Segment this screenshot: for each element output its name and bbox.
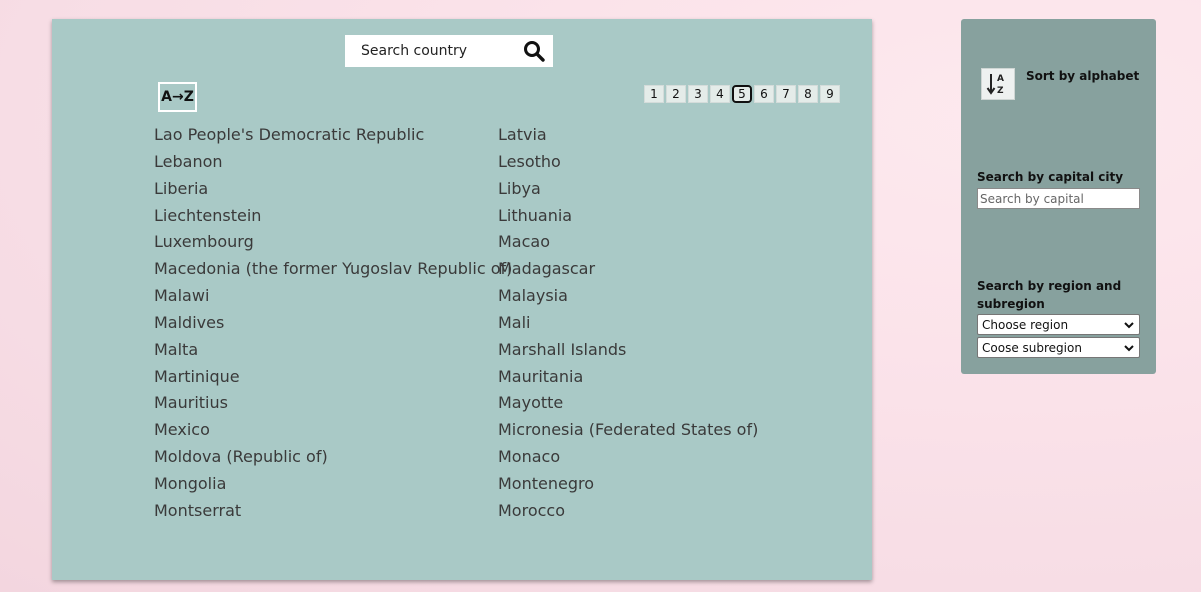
country-list-item[interactable]: Lebanon bbox=[154, 149, 512, 176]
country-list-item[interactable]: Macedonia (the former Yugoslav Republic … bbox=[154, 256, 512, 283]
svg-text:Z: Z bbox=[997, 86, 1004, 96]
page-button-3[interactable]: 3 bbox=[688, 85, 708, 103]
country-list-item[interactable]: Mayotte bbox=[498, 390, 758, 417]
country-list-item[interactable]: Montserrat bbox=[154, 498, 512, 525]
country-list-item[interactable]: Marshall Islands bbox=[498, 337, 758, 364]
capital-search-input[interactable] bbox=[977, 188, 1140, 209]
country-list-item[interactable]: Luxembourg bbox=[154, 229, 512, 256]
country-list-item[interactable]: Mongolia bbox=[154, 471, 512, 498]
country-list-item[interactable]: Macao bbox=[498, 229, 758, 256]
country-list-item[interactable]: Maldives bbox=[154, 310, 512, 337]
page-button-1[interactable]: 1 bbox=[644, 85, 664, 103]
pagination: 123456789 bbox=[644, 85, 840, 103]
page-button-5[interactable]: 5 bbox=[732, 85, 752, 103]
country-list-item[interactable]: Micronesia (Federated States of) bbox=[498, 417, 758, 444]
region-select[interactable]: Choose region bbox=[977, 314, 1140, 335]
country-list-item[interactable]: Morocco bbox=[498, 498, 758, 525]
subregion-select-value: Coose subregion bbox=[982, 340, 1082, 355]
region-search-label: Search by region and subregion bbox=[977, 279, 1122, 311]
capital-search-label: Search by capital city bbox=[977, 170, 1124, 184]
page-button-4[interactable]: 4 bbox=[710, 85, 730, 103]
page-button-2[interactable]: 2 bbox=[666, 85, 686, 103]
sort-alphabet-label: Sort by alphabet bbox=[1026, 69, 1140, 83]
sort-alphabet-button[interactable]: A Z bbox=[981, 68, 1015, 100]
subregion-select[interactable]: Coose subregion bbox=[977, 337, 1140, 358]
search-icon bbox=[524, 41, 545, 62]
country-list-item[interactable]: Montenegro bbox=[498, 471, 758, 498]
page-button-6[interactable]: 6 bbox=[754, 85, 774, 103]
country-list-item[interactable]: Lithuania bbox=[498, 203, 758, 230]
country-list-left: Lao People's Democratic Republic Lebanon L… bbox=[154, 122, 512, 525]
search-button[interactable] bbox=[521, 39, 547, 63]
country-list-item[interactable]: Libya bbox=[498, 176, 758, 203]
page-button-8[interactable]: 8 bbox=[798, 85, 818, 103]
country-list-item[interactable]: Mauritius bbox=[154, 390, 512, 417]
page-button-7[interactable]: 7 bbox=[776, 85, 796, 103]
country-list-item[interactable]: Latvia bbox=[498, 122, 758, 149]
country-list-item[interactable]: Madagascar bbox=[498, 256, 758, 283]
country-list-item[interactable]: Malawi bbox=[154, 283, 512, 310]
country-list-item[interactable]: Liechtenstein bbox=[154, 203, 512, 230]
country-list-item[interactable]: Lao People's Democratic Republic bbox=[154, 122, 512, 149]
country-list-item[interactable]: Malta bbox=[154, 337, 512, 364]
country-search-box bbox=[345, 35, 553, 67]
country-list-item[interactable]: Liberia bbox=[154, 176, 512, 203]
country-list-item[interactable]: Mali bbox=[498, 310, 758, 337]
chevron-down-icon bbox=[1124, 322, 1134, 329]
chevron-down-icon bbox=[1124, 345, 1134, 352]
country-list-item[interactable]: Monaco bbox=[498, 444, 758, 471]
country-list-item[interactable]: Malaysia bbox=[498, 283, 758, 310]
country-list-item[interactable]: Moldova (Republic of) bbox=[154, 444, 512, 471]
sort-az-toggle-button[interactable]: A→Z bbox=[158, 82, 197, 112]
svg-text:A: A bbox=[997, 74, 1004, 84]
country-list-item[interactable]: Lesotho bbox=[498, 149, 758, 176]
country-list-item[interactable]: Martinique bbox=[154, 364, 512, 391]
country-list-item[interactable]: Mexico bbox=[154, 417, 512, 444]
country-search-input[interactable] bbox=[345, 36, 515, 66]
filter-sidebar: A Z Sort by alphabet Search by capital c… bbox=[961, 19, 1156, 374]
sort-alpha-down-icon: A Z bbox=[986, 74, 1004, 96]
country-list-right: Latvia Lesotho Libya Lithuania Macao Madagasc… bbox=[498, 122, 758, 525]
country-list-item[interactable]: Mauritania bbox=[498, 364, 758, 391]
region-select-value: Choose region bbox=[982, 317, 1069, 332]
country-list-panel: A→Z 123456789 Lao People's Democratic Re… bbox=[52, 19, 872, 580]
page-button-9[interactable]: 9 bbox=[820, 85, 840, 103]
